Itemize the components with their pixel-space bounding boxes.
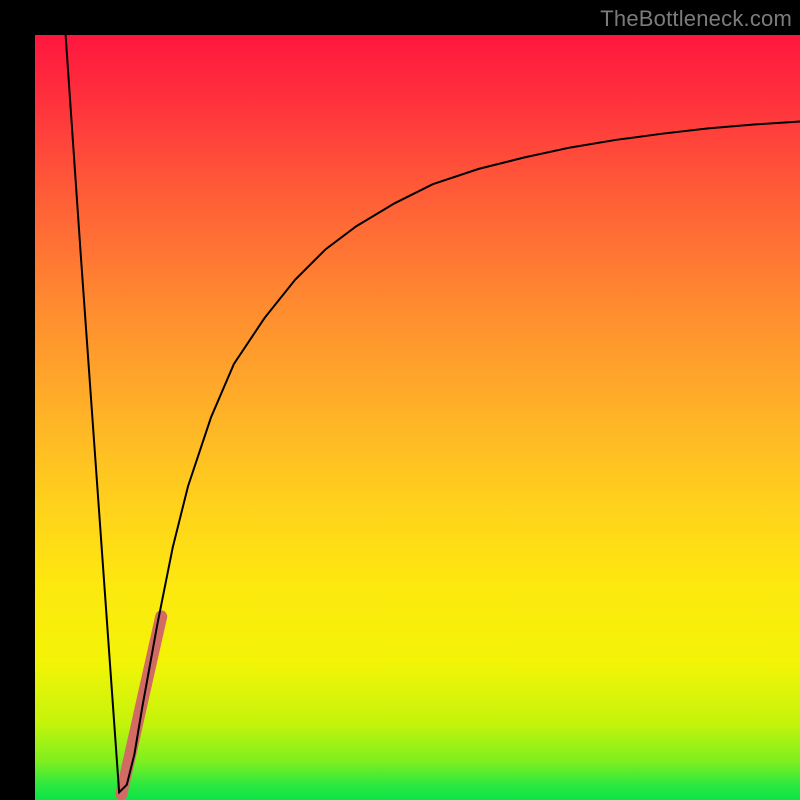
chart-frame: TheBottleneck.com — [0, 0, 800, 800]
series-group — [66, 35, 800, 794]
highlight-segment — [121, 616, 161, 793]
chart-svg — [35, 35, 800, 800]
curve-main — [66, 35, 800, 792]
watermark-text: TheBottleneck.com — [600, 6, 792, 32]
